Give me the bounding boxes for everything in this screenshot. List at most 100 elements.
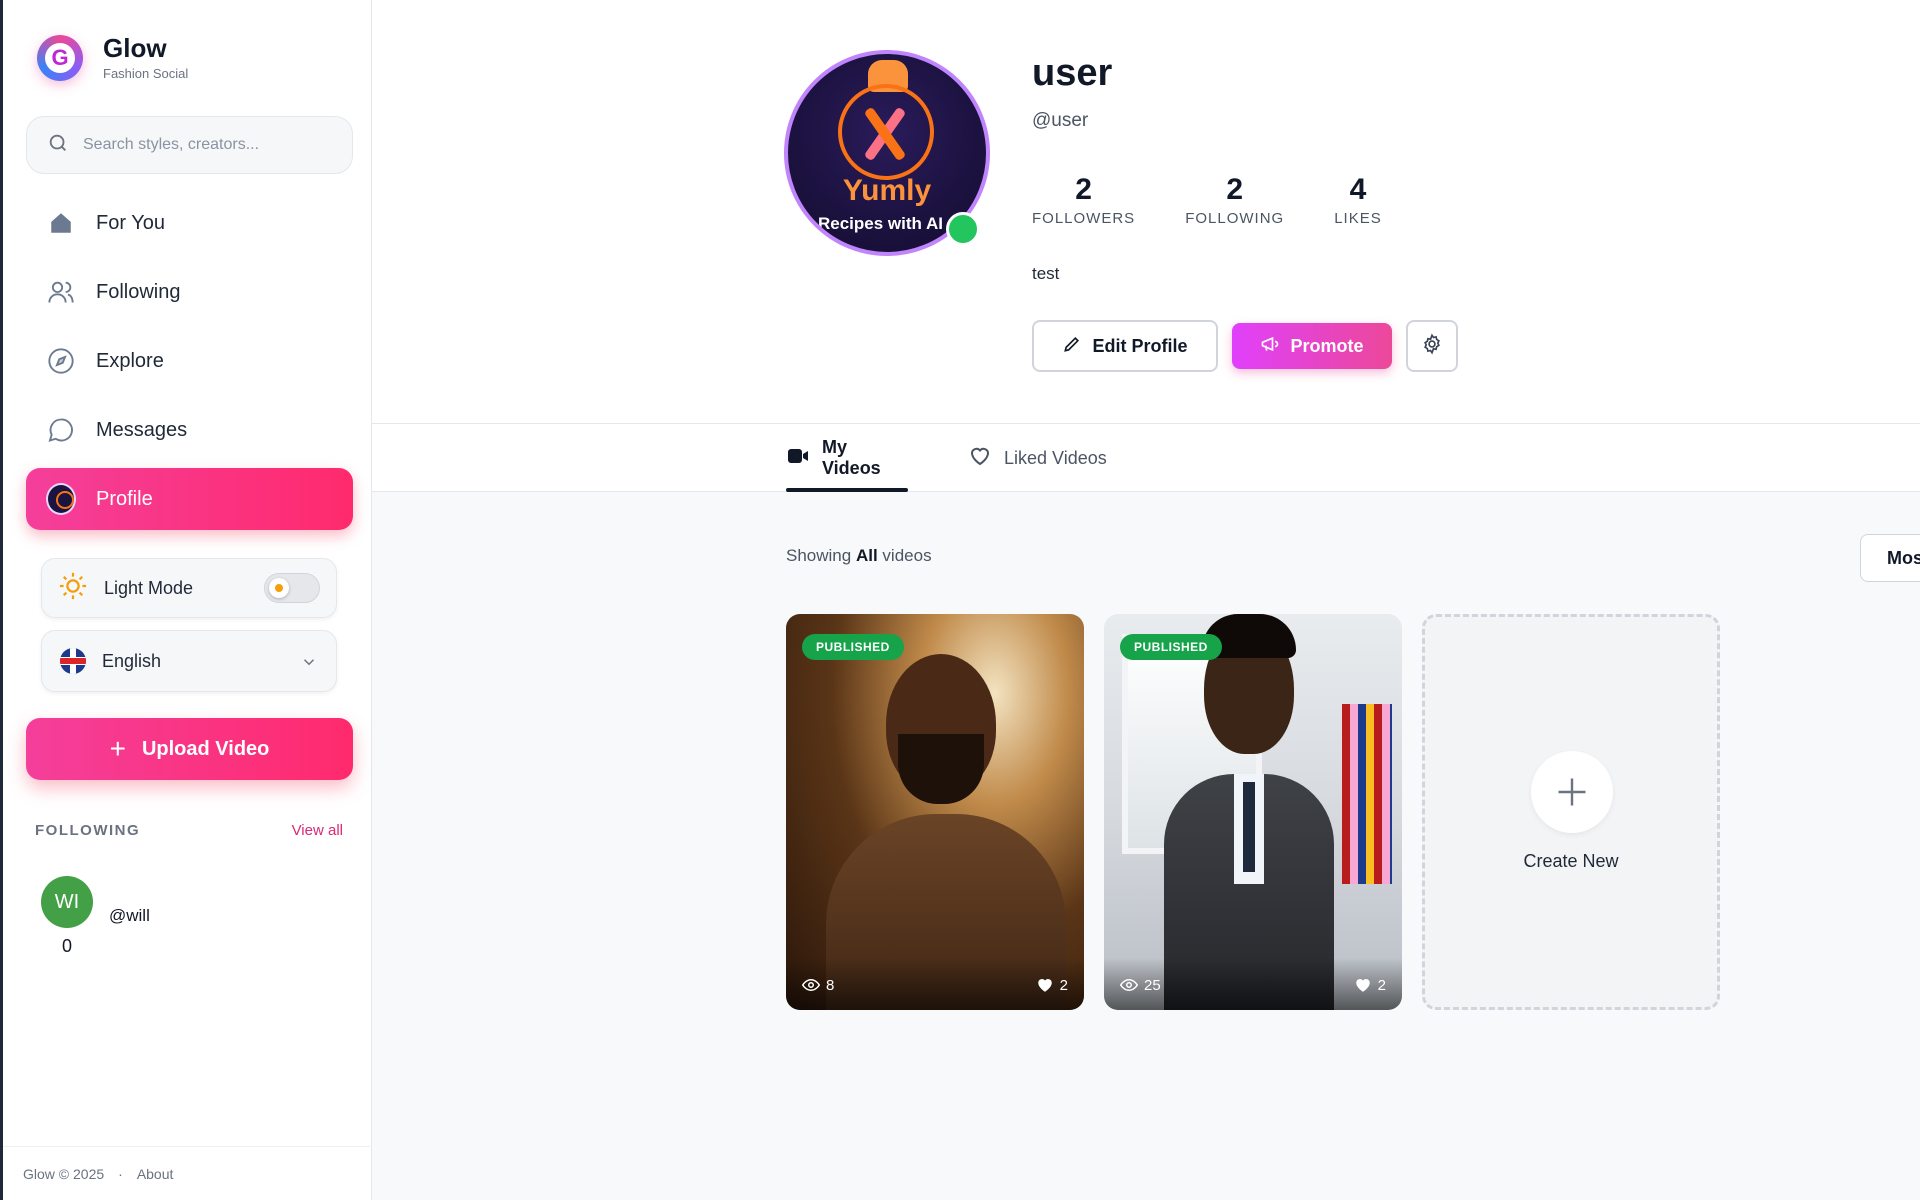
nav-item-for-you[interactable]: For You [26, 192, 353, 254]
heart-icon [1355, 979, 1370, 992]
language-select[interactable]: English [41, 630, 337, 692]
create-new-card[interactable]: Create New [1422, 614, 1720, 1010]
theme-label: Light Mode [104, 577, 194, 598]
profile-handle: @user [1032, 110, 1089, 131]
edit-profile-button[interactable]: Edit Profile [1032, 320, 1218, 372]
profile-bio: test [1032, 264, 1060, 283]
copyright: Glow © 2025 [23, 1165, 105, 1182]
nav-label: Following [96, 280, 181, 303]
status-badge: PUBLISHED [802, 634, 904, 660]
nav-label: Profile [96, 487, 153, 510]
sun-icon [58, 571, 88, 606]
sidebar-footer: Glow © 2025 · About [3, 1146, 372, 1200]
search-input[interactable] [83, 136, 343, 154]
filter-suffix: videos [882, 546, 932, 565]
search-box[interactable] [26, 116, 353, 174]
following-user-avatar: WI [41, 876, 93, 928]
brand-name: Glow [103, 33, 167, 63]
nav-item-following[interactable]: Following [26, 261, 353, 323]
pencil-icon [1062, 334, 1092, 359]
following-title: FOLLOWING [35, 822, 141, 839]
brand-logo [37, 34, 83, 81]
footer-separator: · [118, 1165, 123, 1182]
following-user-handle: @will [109, 906, 150, 925]
nav-item-explore[interactable]: Explore [26, 330, 353, 392]
promote-label: Promote [1290, 335, 1364, 356]
avatar-logo-subtitle: Recipes with AI [818, 214, 944, 233]
sidebar: Glow Fashion Social For You Following Ex… [0, 0, 372, 1200]
stat-likes: 4 LIKES [1334, 172, 1382, 227]
video-tabs: My Videos Liked Videos [372, 424, 1920, 492]
upload-video-button[interactable]: + Upload Video [26, 718, 353, 780]
like-count-value: 2 [1059, 976, 1068, 994]
stat-followers[interactable]: 2 FOLLOWERS [1032, 172, 1135, 227]
profile-stats: 2 FOLLOWERS 2 FOLLOWING 4 LIKES [1032, 172, 1432, 227]
filter-summary: Showing All videos [786, 546, 932, 566]
theme-toggle[interactable] [264, 573, 320, 603]
avatar-logo-title: Yumly [842, 174, 932, 207]
stat-value: 2 [1226, 173, 1244, 206]
stat-label: LIKES [1334, 210, 1382, 227]
following-user[interactable]: WI 0 @will [41, 876, 150, 957]
profile-header: Yumly Recipes with AI user @user 2 FOLLO… [372, 0, 1920, 424]
megaphone-icon [1260, 334, 1290, 359]
plus-icon: + [109, 733, 126, 764]
language-label: English [102, 650, 162, 671]
view-count: 8 [802, 976, 834, 994]
like-count: 2 [1036, 976, 1068, 994]
nav-item-profile[interactable]: Profile [26, 468, 353, 530]
search-icon [47, 132, 69, 159]
view-count-value: 25 [1144, 976, 1161, 994]
main-nav: For You Following Explore Messages Profi… [26, 192, 353, 537]
like-count-value: 2 [1377, 976, 1386, 994]
following-header: FOLLOWING View all [35, 822, 343, 839]
chevron-down-icon [300, 653, 318, 676]
plus-icon [1531, 751, 1613, 833]
tab-label: Liked Videos [1004, 447, 1107, 468]
brand-tagline: Fashion Social [103, 66, 189, 81]
promote-button[interactable]: Promote [1232, 323, 1392, 369]
upload-label: Upload Video [141, 737, 270, 760]
video-camera-icon [786, 444, 822, 473]
video-card[interactable]: PUBLISHED 25 2 [1104, 614, 1402, 1010]
view-count: 25 [1120, 976, 1161, 994]
like-count: 2 [1354, 976, 1386, 994]
profile-username: user [1032, 52, 1113, 94]
eye-icon [802, 978, 820, 992]
nav-label: Messages [96, 418, 188, 441]
heart-outline-icon [968, 444, 1004, 473]
filter-value: All [855, 546, 878, 565]
eye-icon [1120, 978, 1138, 992]
online-status-dot [946, 212, 980, 246]
nav-item-messages[interactable]: Messages [26, 399, 353, 461]
compass-icon [46, 346, 76, 376]
theme-toggle-card[interactable]: Light Mode [41, 558, 337, 618]
nav-label: Explore [96, 349, 164, 372]
view-all-link[interactable]: View all [292, 822, 343, 839]
avatar [46, 483, 76, 515]
stat-label: FOLLOWING [1185, 210, 1285, 227]
home-icon [46, 208, 76, 238]
settings-button[interactable] [1406, 320, 1458, 372]
sort-label: Mos [1887, 547, 1920, 568]
filter-prefix: Showing [786, 546, 852, 565]
brand[interactable]: Glow Fashion Social [37, 34, 188, 81]
tab-liked-videos[interactable]: Liked Videos [968, 424, 1107, 492]
uk-flag-icon [60, 648, 86, 674]
video-card[interactable]: PUBLISHED 8 2 [786, 614, 1084, 1010]
stat-value: 2 [1075, 173, 1092, 206]
edit-profile-label: Edit Profile [1092, 335, 1188, 356]
nav-label: For You [96, 211, 165, 234]
about-link[interactable]: About [137, 1166, 174, 1182]
tab-label: My Videos [822, 437, 881, 478]
stat-label: FOLLOWERS [1032, 210, 1136, 227]
chat-icon [46, 415, 76, 445]
heart-icon [1037, 979, 1052, 992]
sort-dropdown[interactable]: Mos [1860, 534, 1920, 582]
create-new-label: Create New [1523, 851, 1619, 871]
stat-following[interactable]: 2 FOLLOWING [1185, 172, 1284, 227]
gear-icon [1421, 332, 1443, 360]
profile-actions: Edit Profile Promote [1032, 320, 1458, 372]
tab-my-videos[interactable]: My Videos [786, 424, 908, 492]
status-badge: PUBLISHED [1120, 634, 1222, 660]
